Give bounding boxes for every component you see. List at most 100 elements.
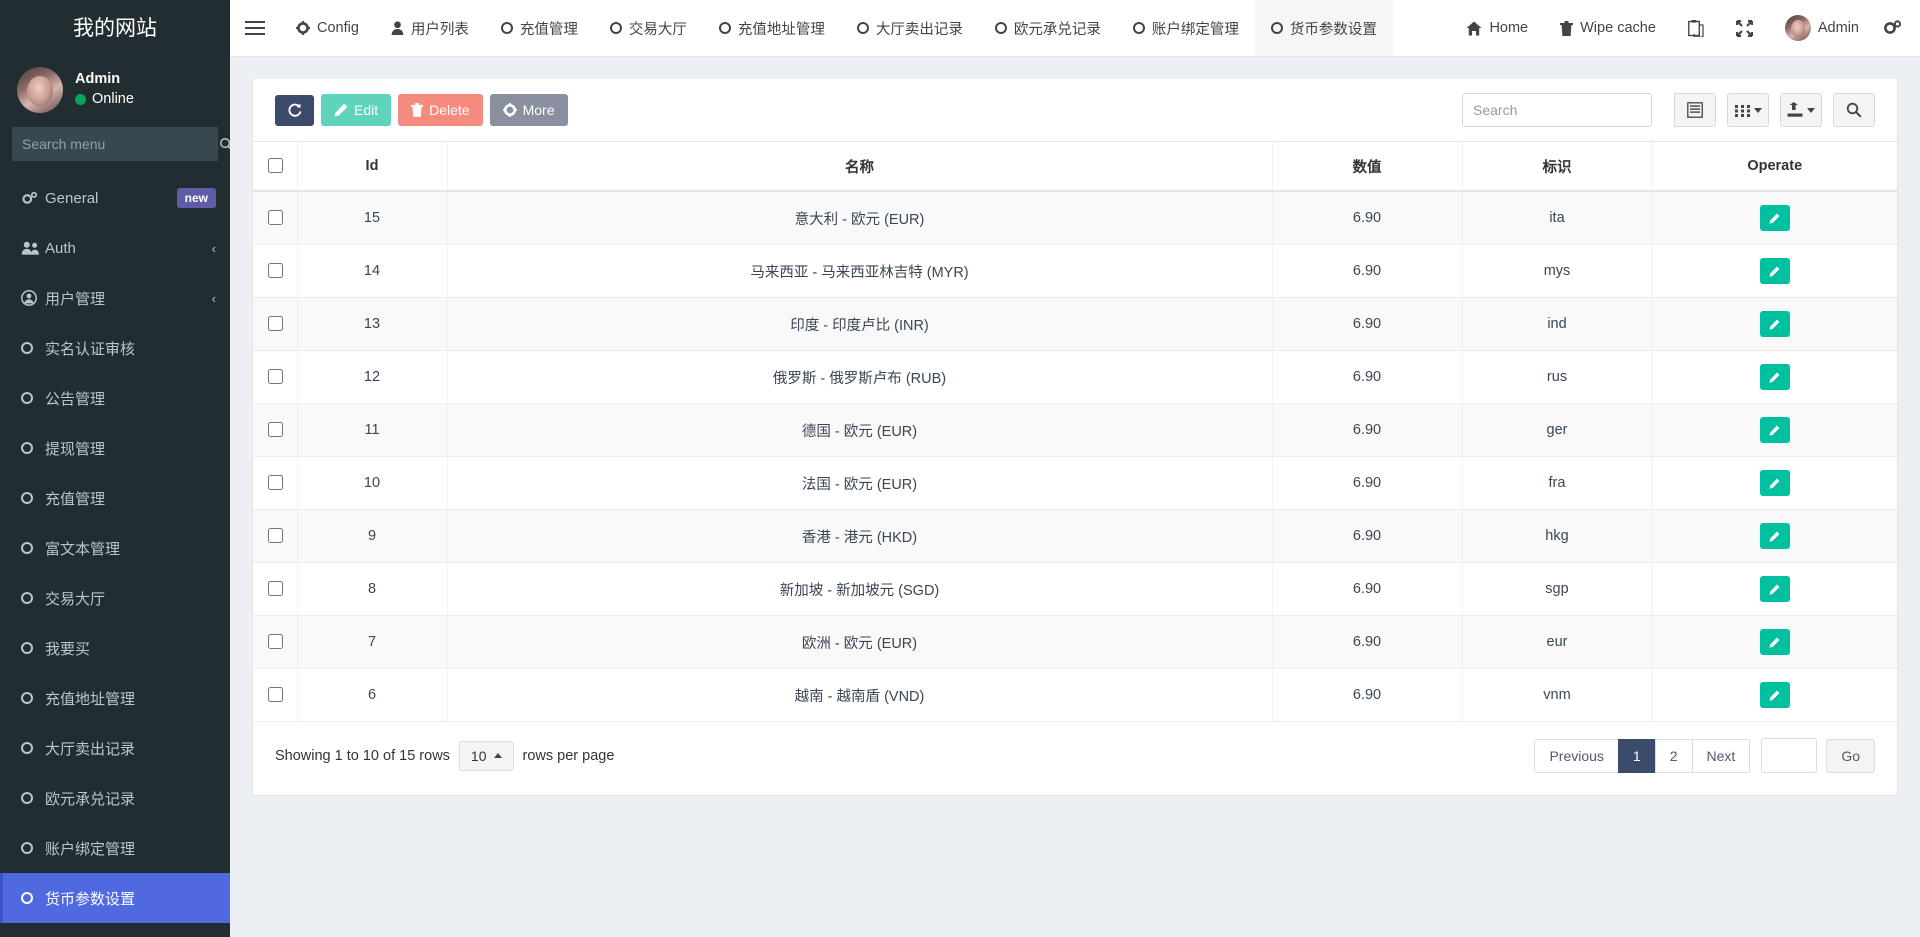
export-dropdown[interactable] xyxy=(1780,93,1822,127)
tab-8[interactable]: 货币参数设置 xyxy=(1255,0,1393,56)
circle-icon xyxy=(1133,22,1145,34)
search-menu-button[interactable] xyxy=(213,127,230,161)
tab-label: 账户绑定管理 xyxy=(1152,18,1239,39)
sidebar-item-10[interactable]: 充值地址管理 xyxy=(0,673,230,723)
row-checkbox[interactable] xyxy=(268,687,283,702)
row-checkbox[interactable] xyxy=(268,581,283,596)
page-button-1[interactable]: 1 xyxy=(1618,739,1656,773)
column-value[interactable]: 数值 xyxy=(1272,142,1462,192)
edit-button[interactable]: Edit xyxy=(321,94,391,127)
row-checkbox[interactable] xyxy=(268,422,283,437)
advanced-search-button[interactable] xyxy=(1833,93,1875,127)
row-edit-button[interactable] xyxy=(1760,311,1790,337)
refresh-button[interactable] xyxy=(275,95,314,126)
previous-page-button[interactable]: Previous xyxy=(1534,739,1618,773)
fullscreen-button[interactable] xyxy=(1722,0,1767,57)
column-id[interactable]: Id xyxy=(297,142,447,192)
search-menu[interactable] xyxy=(12,127,218,161)
table-row[interactable]: 7欧洲 - 欧元 (EUR)6.90eur xyxy=(253,616,1897,669)
rows-per-page-select[interactable]: 10 xyxy=(459,741,514,771)
tab-2[interactable]: 充值管理 xyxy=(485,0,594,56)
columns-toggle-button[interactable] xyxy=(1674,93,1716,127)
row-checkbox[interactable] xyxy=(268,528,283,543)
row-edit-button[interactable] xyxy=(1760,523,1790,549)
goto-page-input[interactable] xyxy=(1761,738,1817,773)
list-icon xyxy=(1687,102,1703,118)
tab-7[interactable]: 账户绑定管理 xyxy=(1117,0,1255,56)
sidebar-item-5[interactable]: 提现管理 xyxy=(0,423,230,473)
more-button[interactable]: More xyxy=(490,94,568,127)
user-panel[interactable]: Admin Online xyxy=(0,57,230,122)
settings-button[interactable] xyxy=(1877,0,1906,57)
row-edit-button[interactable] xyxy=(1760,258,1790,284)
sidebar-item-12[interactable]: 欧元承兑记录 xyxy=(0,773,230,823)
row-edit-button[interactable] xyxy=(1760,417,1790,443)
cell-id: 11 xyxy=(297,404,447,457)
search-input[interactable] xyxy=(1462,93,1652,127)
sidebar-item-4[interactable]: 公告管理 xyxy=(0,373,230,423)
table-row[interactable]: 13印度 - 印度卢比 (INR)6.90ind xyxy=(253,298,1897,351)
row-checkbox[interactable] xyxy=(268,316,283,331)
row-edit-button[interactable] xyxy=(1760,682,1790,708)
row-checkbox[interactable] xyxy=(268,475,283,490)
table-row[interactable]: 8新加坡 - 新加坡元 (SGD)6.90sgp xyxy=(253,563,1897,616)
tab-4[interactable]: 充值地址管理 xyxy=(703,0,841,56)
sidebar-item-9[interactable]: 我要买 xyxy=(0,623,230,673)
sidebar-item-2[interactable]: 用户管理‹ xyxy=(0,273,230,323)
pagination-controls: Previous 1 2 Next Go xyxy=(1534,738,1875,773)
sidebar-item-1[interactable]: Auth‹ xyxy=(0,223,230,273)
cell-id: 10 xyxy=(297,457,447,510)
tab-6[interactable]: 欧元承兑记录 xyxy=(979,0,1117,56)
sidebar-item-7[interactable]: 富文本管理 xyxy=(0,523,230,573)
search-icon xyxy=(219,137,230,152)
table-row[interactable]: 14马来西亚 - 马来西亚林吉特 (MYR)6.90mys xyxy=(253,245,1897,298)
row-checkbox[interactable] xyxy=(268,210,283,225)
sidebar-item-11[interactable]: 大厅卖出记录 xyxy=(0,723,230,773)
page-button-2[interactable]: 2 xyxy=(1655,739,1693,773)
search-menu-input[interactable] xyxy=(12,127,213,161)
home-button[interactable]: Home xyxy=(1452,0,1542,57)
row-edit-button[interactable] xyxy=(1760,364,1790,390)
sidebar-item-8[interactable]: 交易大厅 xyxy=(0,573,230,623)
copy-button[interactable] xyxy=(1674,0,1718,57)
table-row[interactable]: 12俄罗斯 - 俄罗斯卢布 (RUB)6.90rus xyxy=(253,351,1897,404)
cell-flag: ind xyxy=(1462,298,1652,351)
sidebar-item-14[interactable]: 货币参数设置 xyxy=(0,873,230,923)
cell-name: 越南 - 越南盾 (VND) xyxy=(447,669,1272,722)
sidebar-item-0[interactable]: Generalnew xyxy=(0,173,230,223)
row-checkbox[interactable] xyxy=(268,369,283,384)
chevron-down-icon xyxy=(1754,108,1762,113)
user-menu-button[interactable]: Admin xyxy=(1771,0,1873,57)
select-all-checkbox[interactable] xyxy=(268,158,283,173)
wipe-cache-button[interactable]: Wipe cache xyxy=(1546,0,1670,57)
row-checkbox[interactable] xyxy=(268,263,283,278)
column-name[interactable]: 名称 xyxy=(447,142,1272,192)
row-checkbox[interactable] xyxy=(268,634,283,649)
sidebar-item-13[interactable]: 账户绑定管理 xyxy=(0,823,230,873)
row-edit-button[interactable] xyxy=(1760,576,1790,602)
grid-view-dropdown[interactable] xyxy=(1727,93,1769,127)
next-page-button[interactable]: Next xyxy=(1692,739,1751,773)
column-flag[interactable]: 标识 xyxy=(1462,142,1652,192)
table-row[interactable]: 15意大利 - 欧元 (EUR)6.90ita xyxy=(253,191,1897,245)
sidebar-item-6[interactable]: 充值管理 xyxy=(0,473,230,523)
row-edit-button[interactable] xyxy=(1760,629,1790,655)
delete-button[interactable]: Delete xyxy=(398,94,482,127)
tab-1[interactable]: 用户列表 xyxy=(375,0,485,56)
table-row[interactable]: 11德国 - 欧元 (EUR)6.90ger xyxy=(253,404,1897,457)
row-edit-button[interactable] xyxy=(1760,470,1790,496)
content-area: Edit Delete More xyxy=(230,57,1920,937)
brand-title[interactable]: 我的网站 xyxy=(0,0,230,57)
tab-3[interactable]: 交易大厅 xyxy=(594,0,703,56)
row-edit-button[interactable] xyxy=(1760,205,1790,231)
table-row[interactable]: 10法国 - 欧元 (EUR)6.90fra xyxy=(253,457,1897,510)
tab-5[interactable]: 大厅卖出记录 xyxy=(841,0,979,56)
sidebar-item-3[interactable]: 实名认证审核 xyxy=(0,323,230,373)
go-button[interactable]: Go xyxy=(1826,739,1875,773)
circle-icon xyxy=(21,492,33,504)
tab-0[interactable]: Config xyxy=(280,0,375,56)
hamburger-menu-button[interactable] xyxy=(230,0,280,56)
cell-id: 9 xyxy=(297,510,447,563)
table-row[interactable]: 9香港 - 港元 (HKD)6.90hkg xyxy=(253,510,1897,563)
table-row[interactable]: 6越南 - 越南盾 (VND)6.90vnm xyxy=(253,669,1897,722)
